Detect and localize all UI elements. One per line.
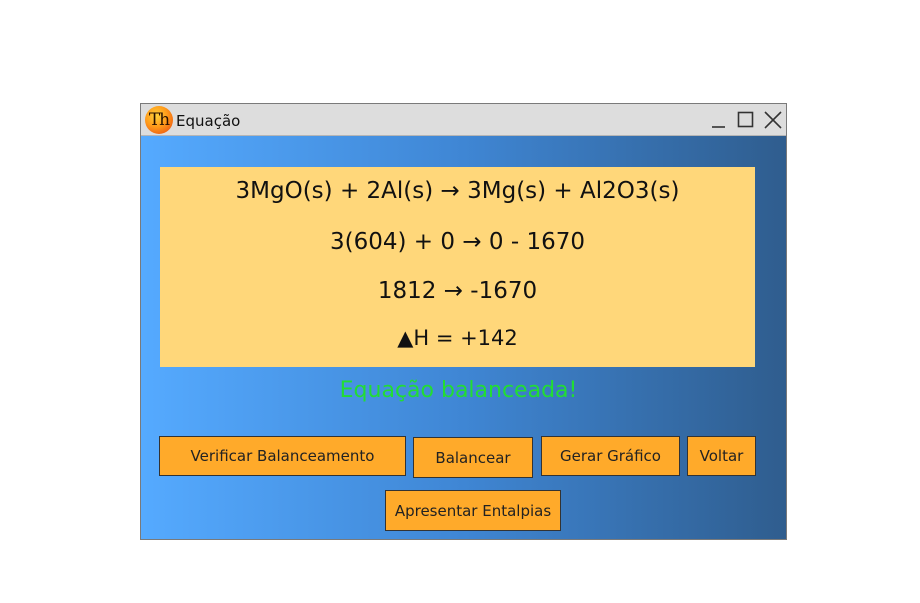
close-icon[interactable] <box>762 109 784 131</box>
enthalpy-totals: 1812 → -1670 <box>377 278 538 304</box>
equation-window: Th Equação 3MgO(s) + 2Al(s) → 3Mg(s) + A… <box>140 103 787 540</box>
show-enthalpies-button[interactable]: Apresentar Entalpias <box>385 490 561 531</box>
client-area: 3MgO(s) + 2Al(s) → 3Mg(s) + Al2O3(s) 3(6… <box>141 136 786 539</box>
status-message: Equação balanceada! <box>339 378 578 403</box>
maximize-icon[interactable] <box>735 109 757 131</box>
equation-panel: 3MgO(s) + 2Al(s) → 3Mg(s) + Al2O3(s) 3(6… <box>160 167 755 367</box>
generate-chart-button[interactable]: Gerar Gráfico <box>541 436 680 476</box>
title-bar[interactable]: Th Equação <box>141 104 786 136</box>
minimize-icon[interactable] <box>708 109 730 131</box>
enthalpy-substitution: 3(604) + 0 → 0 - 1670 <box>330 229 585 255</box>
app-logo-icon: Th <box>145 106 173 134</box>
verify-balance-button[interactable]: Verificar Balanceamento <box>159 436 406 476</box>
balance-button[interactable]: Balancear <box>413 437 533 478</box>
back-button[interactable]: Voltar <box>687 436 756 476</box>
delta-h-result: ▲H = +142 <box>397 326 518 350</box>
chemical-equation: 3MgO(s) + 2Al(s) → 3Mg(s) + Al2O3(s) <box>235 178 680 204</box>
window-title: Equação <box>176 112 241 130</box>
